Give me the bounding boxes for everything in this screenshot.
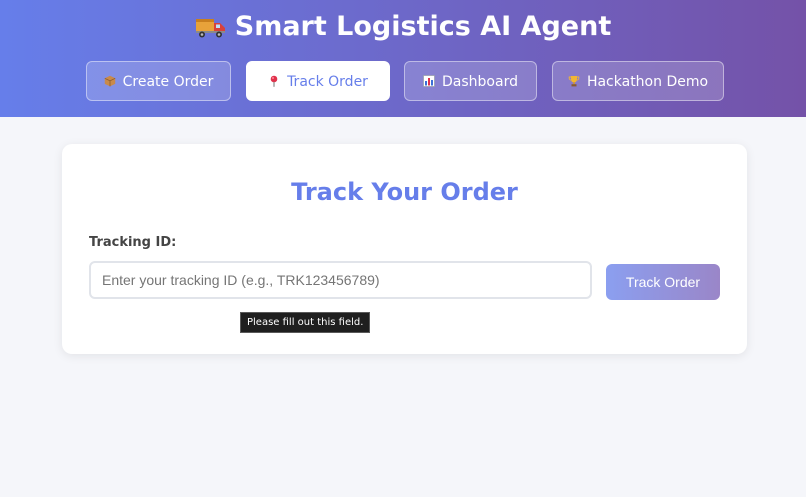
tab-label: Hackathon Demo — [586, 74, 709, 90]
bar-chart-icon — [423, 63, 435, 87]
pin-icon — [268, 63, 280, 87]
tracking-id-input[interactable] — [89, 261, 592, 299]
tab-create-order[interactable]: Create Order — [86, 61, 231, 101]
trophy-icon — [568, 63, 580, 87]
tab-track-order[interactable]: Track Order — [246, 61, 390, 101]
truck-icon — [195, 14, 227, 48]
tab-label: Track Order — [287, 74, 368, 90]
tab-hackathon-demo[interactable]: Hackathon Demo — [552, 61, 724, 101]
tab-dashboard[interactable]: Dashboard — [404, 61, 537, 101]
tracking-id-label: Tracking ID: — [89, 235, 177, 250]
tab-label: Create Order — [122, 74, 214, 90]
validation-tooltip: Please fill out this field. — [240, 312, 371, 333]
package-icon — [104, 63, 116, 87]
card-title: Track Your Order — [291, 178, 518, 206]
app-title-text: Smart Logistics AI Agent — [234, 11, 612, 42]
app-header: Smart Logistics AI Agent Create Order Tr… — [0, 0, 806, 117]
tab-label: Dashboard — [442, 74, 518, 90]
app-title: Smart Logistics AI Agent — [0, 10, 806, 48]
track-order-button[interactable]: Track Order — [606, 264, 720, 300]
track-order-card: Track Your Order Tracking ID: Track Orde… — [62, 144, 747, 354]
main-nav: Create Order Track Order Dashboard Hacka… — [0, 61, 806, 103]
